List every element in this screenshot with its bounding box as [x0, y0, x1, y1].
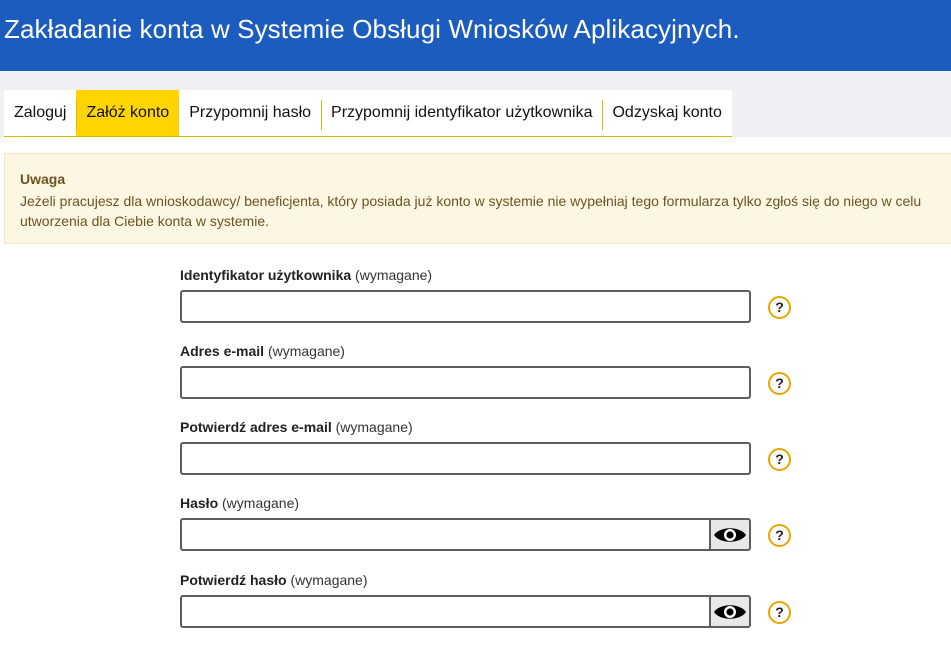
confirm-email-label-text: Potwierdź adres e-mail — [180, 419, 332, 435]
tab-odzyskaj-konto[interactable]: Odzyskaj konto — [602, 90, 731, 136]
eye-icon — [714, 604, 746, 619]
email-input[interactable] — [180, 366, 751, 399]
confirm-email-label: Potwierdź adres e-mail (wymagane) — [180, 419, 413, 435]
confirm-email-input[interactable] — [180, 442, 751, 475]
required-suffix: (wymagane) — [222, 495, 300, 511]
notice-text: Jeżeli pracujesz dla wnioskodawcy/ benef… — [20, 193, 922, 229]
username-input[interactable] — [180, 290, 751, 323]
eye-icon — [714, 527, 746, 542]
confirm-password-input[interactable] — [180, 595, 710, 628]
confirm-password-label: Potwierdź hasło (wymagane) — [180, 572, 368, 588]
tab-zaloguj[interactable]: Zaloguj — [4, 90, 76, 136]
username-help-icon[interactable]: ? — [768, 296, 791, 319]
confirm-password-help-icon[interactable]: ? — [768, 601, 791, 624]
tab-bar: Zaloguj Załóż konto Przypomnij hasło Prz… — [4, 90, 732, 137]
email-help-icon[interactable]: ? — [768, 372, 791, 395]
tab-przypomnij-haslo[interactable]: Przypomnij hasło — [179, 90, 321, 136]
notice-title: Uwaga — [20, 171, 66, 187]
password-label-text: Hasło — [180, 495, 219, 511]
required-suffix: (wymagane) — [290, 572, 368, 588]
username-label: Identyfikator użytkownika (wymagane) — [180, 267, 432, 283]
required-suffix: (wymagane) — [267, 343, 345, 359]
required-suffix: (wymagane) — [355, 267, 433, 283]
email-label-text: Adres e-mail — [180, 343, 265, 359]
show-confirm-password-button[interactable] — [709, 595, 751, 628]
page-title: Zakładanie konta w Systemie Obsługi Wnio… — [4, 14, 740, 44]
required-suffix: (wymagane) — [335, 419, 413, 435]
email-label: Adres e-mail (wymagane) — [180, 343, 345, 359]
page-header: Zakładanie konta w Systemie Obsługi Wnio… — [0, 0, 951, 71]
password-label: Hasło (wymagane) — [180, 495, 299, 511]
username-label-text: Identyfikator użytkownika — [180, 267, 352, 283]
confirm-email-help-icon[interactable]: ? — [768, 448, 791, 471]
tab-przypomnij-identyfikator[interactable]: Przypomnij identyfikator użytkownika — [321, 90, 602, 136]
show-password-button[interactable] — [709, 518, 751, 551]
password-input[interactable] — [180, 518, 710, 551]
confirm-password-label-text: Potwierdź hasło — [180, 572, 287, 588]
notice-box: Uwaga Jeżeli pracujesz dla wnioskodawcy/… — [4, 153, 951, 244]
password-help-icon[interactable]: ? — [768, 524, 791, 547]
tab-zaloz-konto[interactable]: Załóż konto — [76, 90, 180, 136]
